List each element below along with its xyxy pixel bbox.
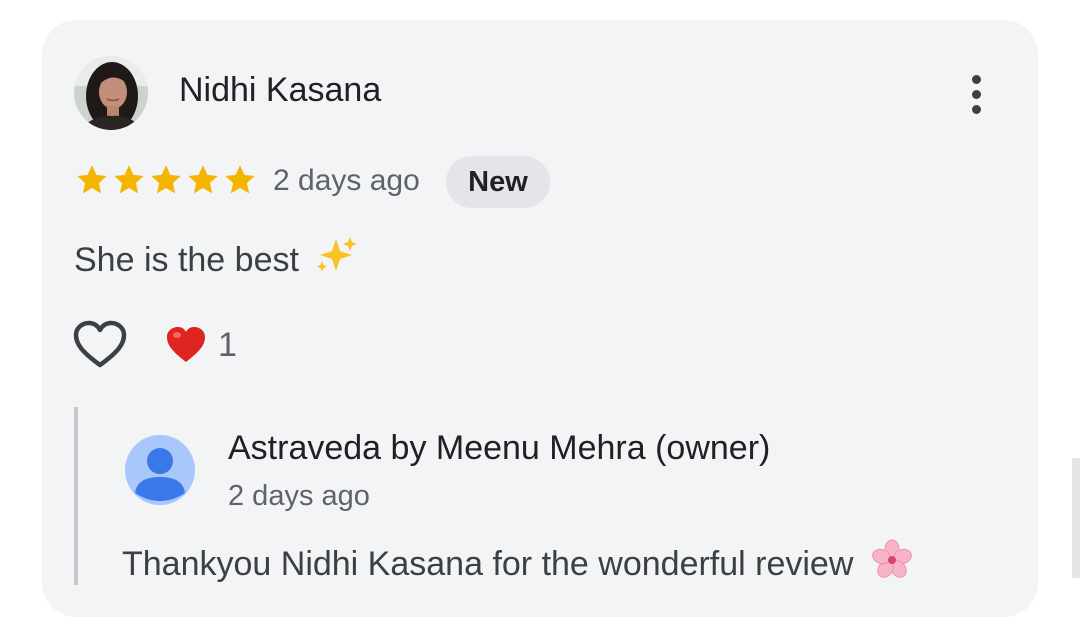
more-vert-icon-dot — [971, 104, 981, 114]
star-icon — [114, 165, 144, 194]
red-heart-icon — [167, 327, 205, 362]
more-vert-icon-dot — [971, 89, 981, 99]
scrollbar-edge[interactable] — [1072, 458, 1080, 578]
reaction-count: 1 — [218, 325, 237, 364]
review-date: 2 days ago — [273, 164, 420, 197]
reviewer-avatar[interactable] — [74, 56, 148, 130]
review-text-content: She is the best — [74, 241, 299, 279]
star-icon — [77, 165, 107, 194]
reply-date: 2 days ago — [228, 480, 370, 512]
more-options-button[interactable] — [956, 66, 996, 122]
reply-text-content: Thankyou Nidhi Kasana for the wonderful … — [122, 545, 854, 583]
sparkles-icon — [317, 237, 358, 272]
heart-outline-icon — [73, 320, 127, 368]
star-rating — [74, 162, 258, 198]
star-icon — [225, 165, 255, 194]
review-text: She is the best — [74, 235, 358, 280]
owner-reply: Astraveda by Meenu Mehra (owner) 2 days … — [74, 407, 978, 585]
more-vert-icon — [971, 74, 981, 84]
reviewer-name[interactable]: Nidhi Kasana — [179, 71, 381, 110]
person-avatar-icon — [135, 448, 185, 501]
new-badge: New — [446, 156, 550, 208]
star-icon — [151, 165, 181, 194]
owner-avatar[interactable] — [125, 435, 195, 505]
cherry-blossom-icon — [872, 539, 912, 578]
reviewer-photo-icon — [74, 56, 148, 130]
like-button[interactable] — [72, 320, 128, 370]
reply-text: Thankyou Nidhi Kasana for the wonderful … — [122, 539, 913, 584]
review-card: Nidhi Kasana 2 days ago New She is the b… — [42, 20, 1038, 617]
owner-name[interactable]: Astraveda by Meenu Mehra (owner) — [228, 429, 770, 468]
reaction-summary[interactable]: 1 — [164, 325, 237, 365]
star-icon — [188, 165, 218, 194]
